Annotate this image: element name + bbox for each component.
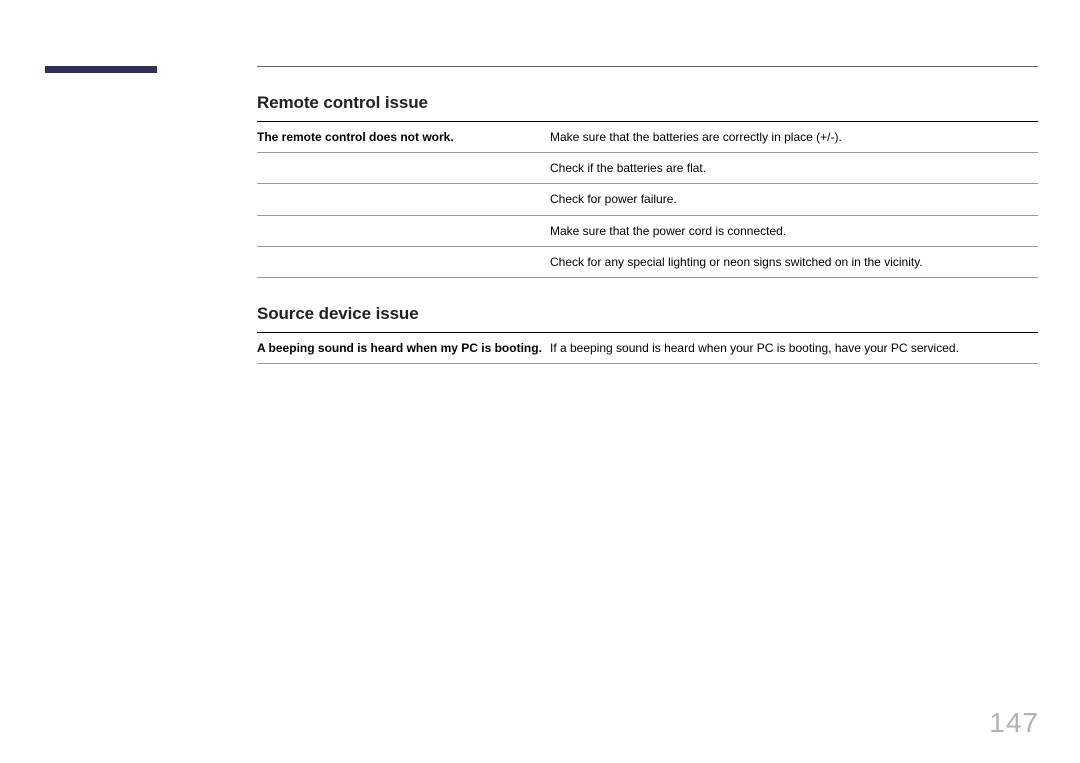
symptom-cell: The remote control does not work. xyxy=(257,122,550,153)
symptom-cell xyxy=(257,215,550,246)
section-gap xyxy=(257,278,1038,304)
table-row: Check for power failure. xyxy=(257,184,1038,215)
symptom-cell xyxy=(257,246,550,277)
table-row: Make sure that the power cord is connect… xyxy=(257,215,1038,246)
symptom-cell: A beeping sound is heard when my PC is b… xyxy=(257,332,550,363)
solution-cell: Make sure that the power cord is connect… xyxy=(550,215,1038,246)
page-number: 147 xyxy=(989,707,1039,739)
table-row: Check if the batteries are flat. xyxy=(257,153,1038,184)
accent-bar xyxy=(45,66,157,73)
section-heading-source: Source device issue xyxy=(257,304,1038,324)
page-container: Remote control issue The remote control … xyxy=(0,0,1080,763)
solution-cell: Make sure that the batteries are correct… xyxy=(550,122,1038,153)
symptom-cell xyxy=(257,184,550,215)
table-row: The remote control does not work. Make s… xyxy=(257,122,1038,153)
table-row: Check for any special lighting or neon s… xyxy=(257,246,1038,277)
content-area: Remote control issue The remote control … xyxy=(257,66,1038,364)
symptom-cell xyxy=(257,153,550,184)
solution-cell: Check for power failure. xyxy=(550,184,1038,215)
solution-cell: If a beeping sound is heard when your PC… xyxy=(550,332,1038,363)
top-divider xyxy=(257,66,1038,67)
table-remote-control: The remote control does not work. Make s… xyxy=(257,121,1038,278)
table-row: A beeping sound is heard when my PC is b… xyxy=(257,332,1038,363)
solution-cell: Check for any special lighting or neon s… xyxy=(550,246,1038,277)
table-source-device: A beeping sound is heard when my PC is b… xyxy=(257,332,1038,364)
section-heading-remote: Remote control issue xyxy=(257,93,1038,113)
solution-cell: Check if the batteries are flat. xyxy=(550,153,1038,184)
